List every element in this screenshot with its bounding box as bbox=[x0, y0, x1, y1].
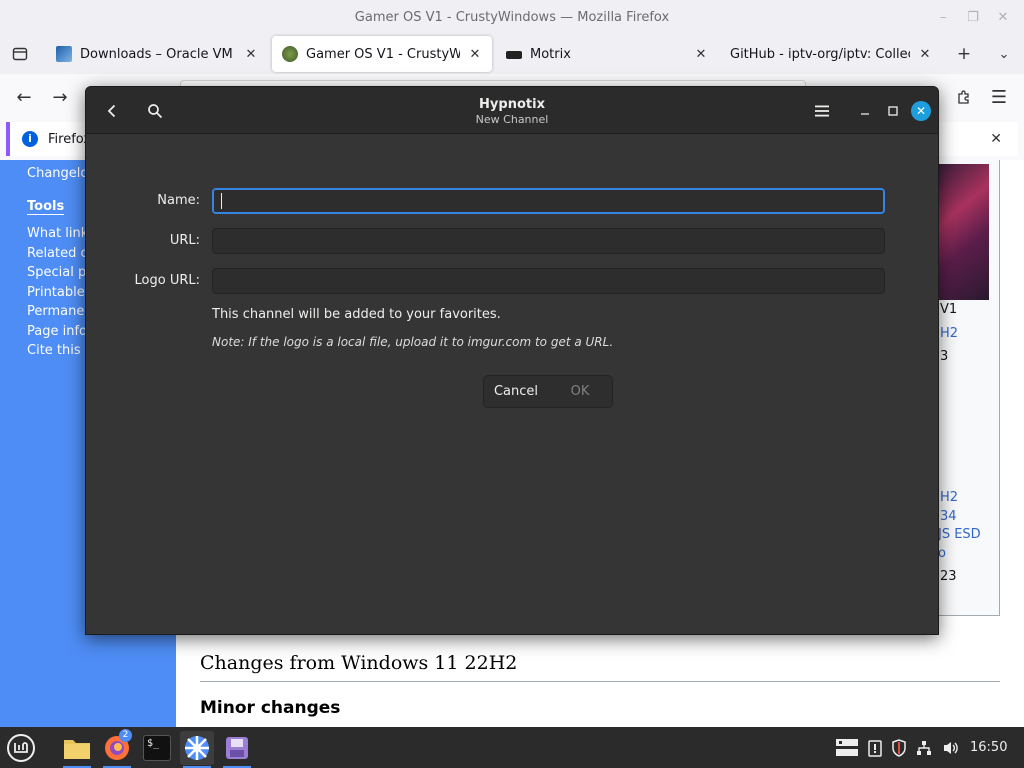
plus-icon[interactable]: + bbox=[949, 36, 979, 72]
tab-label: Motrix bbox=[530, 46, 571, 62]
section-heading: Changes from Windows 11 22H2 bbox=[200, 652, 518, 674]
close-tab-icon[interactable]: ✕ bbox=[694, 47, 708, 62]
close-icon[interactable]: ✕ bbox=[990, 10, 1016, 25]
sidebar-link-changelog[interactable]: Changelo bbox=[27, 166, 88, 181]
minimize-icon[interactable] bbox=[851, 97, 879, 125]
close-icon[interactable]: ✕ bbox=[990, 131, 1002, 147]
sidebar-link-tool[interactable]: What link bbox=[27, 226, 88, 241]
logo-url-input[interactable] bbox=[212, 268, 885, 294]
arrow-right-icon[interactable]: → bbox=[46, 83, 74, 111]
infobox-link[interactable]: o bbox=[938, 546, 946, 561]
favorites-note: This channel will be added to your favor… bbox=[212, 307, 501, 322]
wiki-favicon-icon bbox=[282, 46, 298, 62]
network-icon[interactable] bbox=[915, 737, 933, 759]
tab-strip: Downloads – Oracle VM Vir ✕ Gamer OS V1 … bbox=[0, 34, 1024, 74]
infobox-value: 3 bbox=[940, 349, 949, 364]
mint-menu-icon[interactable] bbox=[4, 731, 38, 765]
terminal-glyph: $_ bbox=[143, 735, 171, 761]
infobox-value: V1 bbox=[940, 302, 958, 317]
hamburger-menu-icon[interactable] bbox=[808, 97, 836, 125]
name-label: Name: bbox=[157, 193, 200, 208]
infobox-link[interactable]: 34 bbox=[940, 509, 957, 524]
tab-label: GitHub - iptv-org/iptv: Collectio bbox=[730, 46, 910, 62]
infobox-link[interactable]: H2 bbox=[940, 326, 958, 341]
update-manager-icon[interactable] bbox=[866, 737, 884, 759]
sidebar-link-tool[interactable]: Page infor bbox=[27, 324, 92, 339]
subsection-heading: Minor changes bbox=[200, 698, 341, 718]
clock[interactable]: 16:50 bbox=[970, 740, 1007, 755]
folder-icon[interactable] bbox=[60, 731, 94, 768]
sidebar-link-tool[interactable]: Permaner bbox=[27, 304, 90, 319]
logo-hint: Note: If the logo is a local file, uploa… bbox=[212, 335, 614, 349]
dialog-buttons: Cancel OK bbox=[483, 375, 613, 408]
text-caret bbox=[221, 193, 222, 209]
sidebar-link-tool[interactable]: Cite this p bbox=[27, 343, 93, 358]
dialog-headerbar: Hypnotix New Channel ✕ bbox=[86, 87, 938, 134]
infobox-link[interactable]: H2 bbox=[940, 490, 958, 505]
close-icon[interactable]: ✕ bbox=[911, 101, 931, 121]
infobox-link[interactable]: JS ESD bbox=[938, 527, 981, 542]
sidebar-link-tool[interactable]: Printable bbox=[27, 285, 85, 300]
name-input[interactable] bbox=[212, 188, 885, 214]
maximize-icon[interactable]: ❐ bbox=[960, 10, 986, 25]
notification-badge: 2 bbox=[119, 729, 132, 742]
infobox-value: 23 bbox=[940, 569, 957, 584]
virtualbox-icon bbox=[56, 46, 72, 62]
firefox-view-icon[interactable] bbox=[5, 36, 35, 72]
close-tab-icon[interactable]: ✕ bbox=[918, 47, 932, 62]
shield-icon[interactable] bbox=[890, 737, 908, 759]
hypnotix-window: Hypnotix New Channel ✕ Name: URL: Logo U… bbox=[85, 86, 939, 635]
tab-downloads[interactable]: Downloads – Oracle VM Vir ✕ bbox=[46, 36, 268, 72]
minimize-icon[interactable]: – bbox=[930, 10, 956, 25]
firefox-titlebar: Gamer OS V1 - CrustyWindows — Mozilla Fi… bbox=[0, 0, 1024, 34]
maximize-icon[interactable] bbox=[879, 97, 907, 125]
infobox-screenshot[interactable] bbox=[939, 164, 989, 300]
hamburger-icon[interactable]: ☰ bbox=[985, 83, 1013, 111]
puzzle-icon[interactable] bbox=[950, 83, 978, 111]
tab-motrix[interactable]: Motrix ✕ bbox=[496, 36, 718, 72]
sidebar-link-tool[interactable]: Related c bbox=[27, 246, 88, 261]
taskbar: 2 $_ bbox=[0, 727, 1024, 768]
section-divider bbox=[200, 681, 1000, 682]
ok-button[interactable]: OK bbox=[548, 376, 612, 407]
display-icon[interactable] bbox=[834, 737, 860, 759]
info-icon: i bbox=[22, 131, 38, 147]
url-input[interactable] bbox=[212, 228, 885, 254]
firefox-icon[interactable]: 2 bbox=[100, 729, 134, 768]
firefox-window-controls: – ❐ ✕ bbox=[930, 0, 1016, 34]
tab-label: Gamer OS V1 - CrustyWindo bbox=[306, 46, 460, 62]
url-label: URL: bbox=[169, 233, 200, 248]
arrow-left-icon[interactable]: ← bbox=[10, 83, 38, 111]
close-tab-icon[interactable]: ✕ bbox=[244, 47, 258, 62]
app-icon[interactable] bbox=[220, 731, 254, 768]
window-title: Gamer OS V1 - CrustyWindows — Mozilla Fi… bbox=[354, 9, 670, 25]
tab-gamer-os[interactable]: Gamer OS V1 - CrustyWindo ✕ bbox=[272, 36, 492, 72]
motrix-icon bbox=[506, 51, 522, 59]
tab-label: Downloads – Oracle VM Vir bbox=[80, 46, 236, 62]
tab-github[interactable]: GitHub - iptv-org/iptv: Collectio ✕ bbox=[720, 36, 942, 72]
volume-icon[interactable] bbox=[941, 737, 961, 759]
terminal-icon[interactable]: $_ bbox=[140, 731, 174, 765]
hypnotix-taskbar-icon[interactable] bbox=[180, 731, 214, 768]
chevron-down-icon[interactable]: ⌄ bbox=[989, 36, 1019, 72]
logo-url-label: Logo URL: bbox=[134, 273, 200, 288]
close-tab-icon[interactable]: ✕ bbox=[468, 47, 482, 62]
tools-heading: Tools bbox=[27, 199, 65, 215]
cancel-button[interactable]: Cancel bbox=[484, 376, 548, 407]
